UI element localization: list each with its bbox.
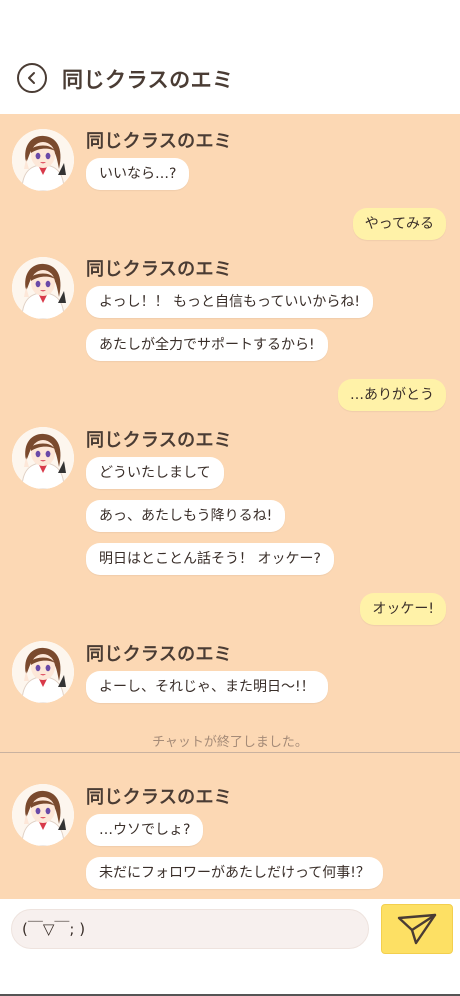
reply-bubble: オッケー! [360, 593, 446, 625]
chat-area[interactable]: 同じクラスのエミ いいなら…? やってみる 同じクラスのエミ よっし！！ もっと… [0, 114, 460, 899]
avatar-illustration [12, 129, 74, 191]
message-bubble: よっし！！ もっと自信もっていいからね! [86, 286, 373, 318]
sender-name: 同じクラスのエミ [86, 259, 233, 280]
sender-name: 同じクラスのエミ [86, 430, 233, 451]
avatar-illustration [12, 427, 74, 489]
message-bubble: いいなら…? [86, 158, 190, 190]
avatar [12, 784, 74, 846]
message-bubble: …ウソでしょ? [86, 814, 204, 846]
page-title: 同じクラスのエミ [62, 68, 234, 92]
sender-name: 同じクラスのエミ [86, 131, 233, 152]
input-bar: (￣▽￣; ) [0, 899, 460, 996]
reply-bubble: …ありがとう [338, 379, 446, 411]
back-button[interactable] [17, 63, 47, 93]
chat-ended-notice: チャットが終了しました。 [152, 735, 308, 750]
chevron-left-icon [28, 72, 35, 84]
avatar-illustration [12, 784, 74, 846]
sender-name: 同じクラスのエミ [86, 644, 233, 665]
send-button[interactable] [381, 904, 453, 954]
avatar [12, 257, 74, 319]
message-bubble: 明日はとことん話そう！ オッケー? [86, 543, 334, 575]
message-bubble: どういたしまして [86, 457, 224, 489]
divider [0, 752, 460, 753]
message-bubble: よーし、それじゃ、また明日～!！ [86, 671, 328, 703]
header: 同じクラスのエミ [0, 0, 460, 114]
avatar [12, 129, 74, 191]
avatar-illustration [12, 641, 74, 703]
avatar-illustration [12, 257, 74, 319]
avatar [12, 427, 74, 489]
avatar [12, 641, 74, 703]
message-bubble: あたしが全力でサポートするから! [86, 329, 328, 361]
reply-bubble: やってみる [352, 208, 446, 240]
message-bubble: 未だにフォロワーがあたしだけって何事!？ [86, 857, 383, 889]
paper-plane-icon [397, 913, 437, 945]
message-bubble: あっ、あたしもう降りるね! [86, 500, 286, 532]
sender-name: 同じクラスのエミ [86, 787, 233, 808]
message-input[interactable]: (￣▽￣; ) [11, 909, 369, 949]
